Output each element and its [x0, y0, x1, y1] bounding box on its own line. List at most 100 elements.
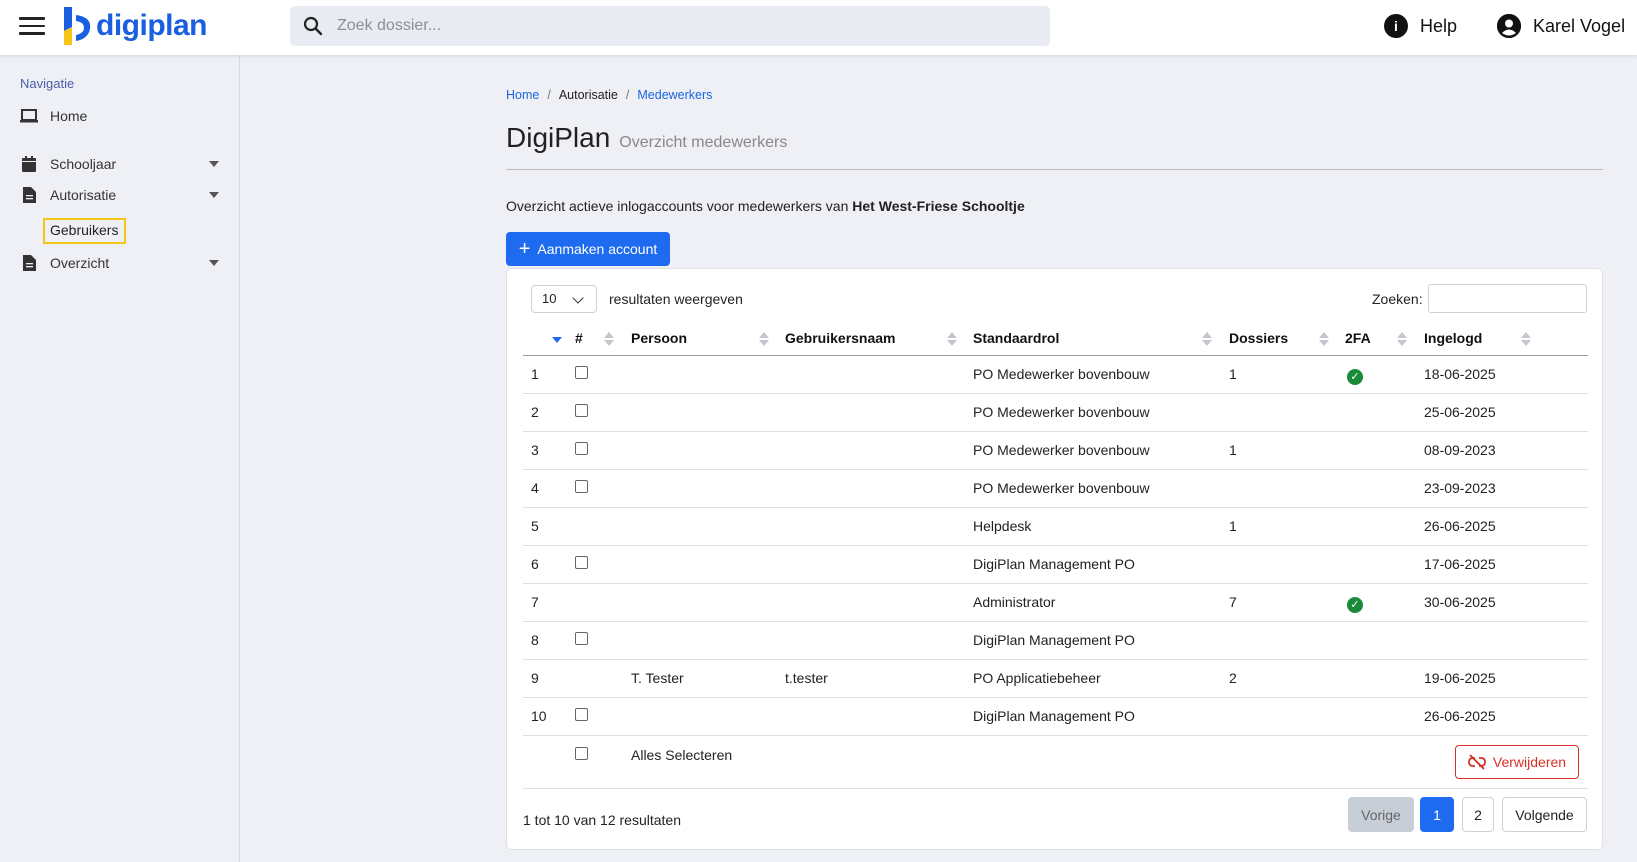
school-name: Het West-Friese Schooltje	[852, 198, 1025, 214]
cell-dossiers: 1	[1229, 366, 1237, 382]
dossier-search-bar[interactable]	[290, 6, 1050, 46]
row-checkbox[interactable]	[575, 366, 588, 379]
sort-icon[interactable]	[604, 331, 614, 347]
sidebar-item-overzicht[interactable]: Overzicht	[20, 251, 225, 275]
nav-heading: Navigatie	[20, 76, 75, 91]
table-row[interactable]: 4 PO Medewerker bovenbouw 23-09-2023	[523, 470, 1588, 508]
check-circle-icon: ✓	[1347, 597, 1363, 613]
table-row[interactable]: 9 T. Tester t.tester PO Applicatiebeheer 2 19…	[523, 660, 1588, 698]
pagination-next[interactable]: Volgende	[1502, 797, 1587, 832]
table-row[interactable]: 5 Helpdesk 1 26-06-2025	[523, 508, 1588, 546]
sidebar-item-gebruikers[interactable]: Gebruikers	[43, 218, 126, 244]
info-icon: i	[1384, 14, 1408, 38]
sort-icon[interactable]	[1397, 331, 1407, 347]
users-table-card: 10 resultaten weergeven Zoeken: # Persoo…	[506, 268, 1603, 850]
cell-gebruikersnaam: t.tester	[785, 670, 828, 686]
sidebar-item-label: Schooljaar	[50, 156, 117, 172]
row-checkbox[interactable]	[575, 404, 588, 417]
dossier-search-input[interactable]	[337, 17, 1017, 35]
row-number: 3	[531, 442, 539, 458]
table-row[interactable]: 6 DigiPlan Management PO 17-06-2025	[523, 546, 1588, 584]
breadcrumb-medewerkers[interactable]: Medewerkers	[637, 88, 712, 102]
row-checkbox[interactable]	[575, 708, 588, 721]
caret-down-icon	[209, 161, 219, 167]
cell-ingelogd: 19-06-2025	[1424, 670, 1496, 686]
breadcrumb: Home / Autorisatie / Medewerkers	[506, 88, 712, 102]
row-number: 1	[531, 366, 539, 382]
sort-icon[interactable]	[947, 331, 957, 347]
sort-icon[interactable]	[759, 331, 769, 347]
user-avatar-icon	[1497, 14, 1521, 38]
table-search-input[interactable]	[1428, 284, 1587, 313]
cell-standaardrol: PO Medewerker bovenbouw	[973, 442, 1150, 458]
sidebar-item-autorisatie[interactable]: Autorisatie	[20, 183, 225, 207]
cell-dossiers: 2	[1229, 670, 1237, 686]
hamburger-menu-icon[interactable]	[19, 17, 45, 37]
create-account-button[interactable]: + Aanmaken account	[506, 232, 670, 266]
intro-sentence: Overzicht actieve inlogaccounts voor med…	[506, 198, 853, 214]
select-all-label: Alles Selecteren	[631, 747, 733, 763]
column-header-standaardrol[interactable]: Standaardrol	[973, 330, 1059, 346]
cell-persoon: T. Tester	[631, 670, 684, 686]
column-header-hash[interactable]: #	[575, 330, 583, 346]
pagination-previous[interactable]: Vorige	[1348, 797, 1414, 832]
row-checkbox[interactable]	[575, 632, 588, 645]
breadcrumb-home[interactable]: Home	[506, 88, 539, 102]
cell-ingelogd: 26-06-2025	[1424, 518, 1496, 534]
cell-dossiers: 7	[1229, 594, 1237, 610]
pagination-page-1[interactable]: 1	[1420, 797, 1454, 832]
cell-dossiers: 1	[1229, 518, 1237, 534]
title-divider	[506, 169, 1603, 170]
cell-ingelogd: 26-06-2025	[1424, 708, 1496, 724]
table-row[interactable]: 10 DigiPlan Management PO 26-06-2025	[523, 698, 1588, 736]
row-checkbox[interactable]	[575, 556, 588, 569]
cell-standaardrol: PO Medewerker bovenbouw	[973, 404, 1150, 420]
sidebar-item-schooljaar[interactable]: Schooljaar	[20, 152, 225, 176]
sort-icon[interactable]	[1319, 331, 1329, 347]
calendar-icon	[20, 155, 38, 173]
delete-label: Verwijderen	[1492, 754, 1567, 770]
cell-standaardrol: DigiPlan Management PO	[973, 708, 1135, 724]
cell-standaardrol: Helpdesk	[973, 518, 1032, 534]
sort-icon[interactable]	[1521, 331, 1531, 347]
caret-down-icon	[209, 192, 219, 198]
table-row[interactable]: 3 PO Medewerker bovenbouw 1 08-09-2023	[523, 432, 1588, 470]
sort-desc-icon[interactable]	[552, 337, 562, 343]
sort-icon[interactable]	[1202, 331, 1212, 347]
sidebar-item-home[interactable]: Home	[20, 104, 225, 128]
row-number: 2	[531, 404, 539, 420]
page-length-select[interactable]: 10	[531, 285, 597, 313]
column-header-dossiers[interactable]: Dossiers	[1229, 330, 1288, 346]
cell-standaardrol: DigiPlan Management PO	[973, 556, 1135, 572]
logo-text: digiplan	[96, 9, 208, 42]
user-menu[interactable]: Karel Vogel	[1497, 14, 1625, 38]
cell-ingelogd: 17-06-2025	[1424, 556, 1496, 572]
plus-icon: +	[518, 238, 531, 260]
row-checkbox[interactable]	[575, 442, 588, 455]
page-subtitle: Overzicht medewerkers	[619, 134, 788, 151]
row-number: 9	[531, 670, 539, 686]
select-all-checkbox[interactable]	[575, 747, 588, 760]
help-label: Help	[1420, 15, 1458, 36]
pagination-page-2[interactable]: 2	[1462, 797, 1494, 832]
table-row[interactable]: 2 PO Medewerker bovenbouw 25-06-2025	[523, 394, 1588, 432]
column-header-persoon[interactable]: Persoon	[631, 330, 687, 346]
table-row[interactable]: 8 DigiPlan Management PO	[523, 622, 1588, 660]
row-number: 8	[531, 632, 539, 648]
table-row[interactable]: 7 Administrator 7 ✓ 30-06-2025	[523, 584, 1588, 622]
cell-ingelogd: 08-09-2023	[1424, 442, 1496, 458]
column-header-ingelogd[interactable]: Ingelogd	[1424, 330, 1482, 346]
row-number: 7	[531, 594, 539, 610]
row-checkbox[interactable]	[575, 480, 588, 493]
delete-button[interactable]: Verwijderen	[1455, 745, 1579, 779]
column-header-gebruikersnaam[interactable]: Gebruikersnaam	[785, 330, 896, 346]
document-icon	[20, 254, 38, 272]
column-header-2fa[interactable]: 2FA	[1345, 330, 1371, 346]
user-name: Karel Vogel	[1533, 15, 1626, 36]
table-row[interactable]: 1 PO Medewerker bovenbouw 1 ✓ 18-06-2025	[523, 356, 1588, 394]
cell-ingelogd: 25-06-2025	[1424, 404, 1496, 420]
check-circle-icon: ✓	[1347, 369, 1363, 385]
row-number: 6	[531, 556, 539, 572]
digiplan-logo[interactable]: digiplan	[62, 4, 208, 48]
help-link[interactable]: i Help	[1384, 14, 1457, 38]
